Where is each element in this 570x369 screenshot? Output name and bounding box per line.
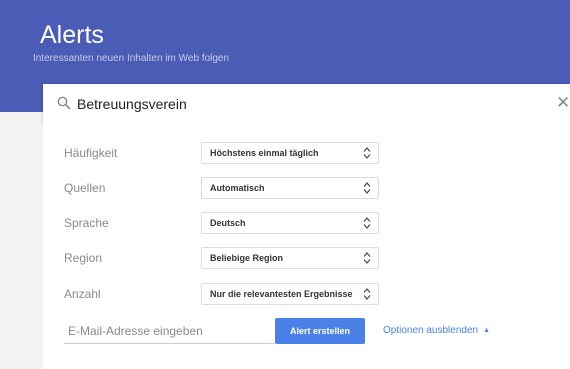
frequency-select[interactable]: Höchstens einmal täglich — [201, 142, 379, 164]
create-alert-button[interactable]: Alert erstellen — [275, 318, 365, 344]
hide-options-label: Optionen ausblenden — [383, 325, 479, 336]
search-bar[interactable]: Betreuungsverein ✕ — [43, 84, 570, 124]
option-row-count: Anzahl Nur die relevantesten Ergebnisse — [43, 283, 570, 305]
count-select[interactable]: Nur die relevantesten Ergebnisse — [201, 283, 379, 305]
select-value: Deutsch — [210, 218, 246, 228]
select-arrows-icon — [363, 252, 371, 264]
sources-select[interactable]: Automatisch — [201, 177, 379, 199]
page-subtitle: Interessanten neuen Inhalten im Web folg… — [33, 53, 230, 64]
search-icon — [57, 96, 71, 110]
option-label: Quellen — [64, 181, 106, 195]
select-value: Höchstens einmal täglich — [210, 148, 319, 158]
select-arrows-icon — [363, 217, 371, 229]
option-row-region: Region Beliebige Region — [43, 247, 570, 269]
page-title: Alerts — [40, 21, 104, 49]
option-label: Häufigkeit — [64, 146, 118, 160]
select-value: Beliebige Region — [210, 253, 284, 263]
option-row-frequency: Häufigkeit Höchstens einmal täglich — [43, 142, 570, 164]
option-label: Sprache — [64, 216, 109, 230]
select-arrows-icon — [363, 147, 371, 159]
select-arrows-icon — [363, 182, 371, 194]
caret-up-icon: ▲ — [483, 327, 491, 334]
search-query[interactable]: Betreuungsverein — [77, 95, 187, 113]
select-value: Automatisch — [210, 183, 265, 193]
email-field[interactable] — [64, 318, 275, 344]
option-row-language: Sprache Deutsch — [43, 212, 570, 234]
option-row-sources: Quellen Automatisch — [43, 177, 570, 199]
region-select[interactable]: Beliebige Region — [201, 247, 379, 269]
options-panel: Häufigkeit Höchstens einmal täglich Quel… — [43, 124, 570, 369]
select-value: Nur die relevantesten Ergebnisse — [210, 289, 353, 299]
hide-options-link[interactable]: Optionen ausblenden ▲ — [383, 325, 490, 337]
language-select[interactable]: Deutsch — [201, 212, 379, 234]
select-arrows-icon — [363, 288, 371, 300]
option-label: Region — [64, 251, 103, 265]
close-icon[interactable]: ✕ — [556, 93, 570, 113]
option-label: Anzahl — [64, 287, 101, 301]
